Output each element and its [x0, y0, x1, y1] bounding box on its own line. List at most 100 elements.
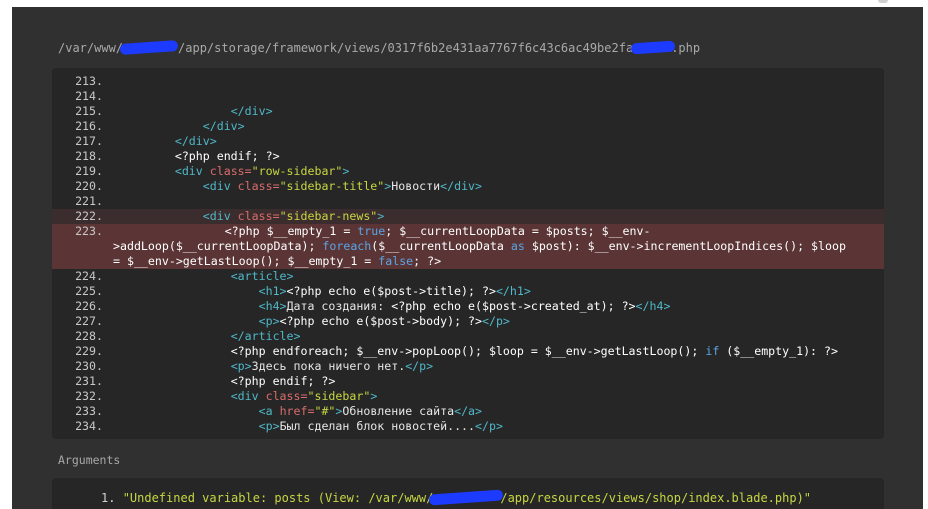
html-tag: </div>	[440, 179, 483, 193]
php-keyword: false	[378, 254, 414, 268]
code-line: 230. <p>Здесь пока ничего нет.</p>	[52, 359, 884, 374]
code-line: 215. </div>	[52, 104, 884, 119]
code-text: <div class="sidebar-title">Новости</div>	[119, 179, 482, 194]
php-keyword: true	[357, 224, 386, 238]
html-tag: >	[377, 209, 385, 223]
html-tag: </div>	[230, 104, 273, 118]
line-number: 233.	[52, 404, 119, 419]
line-number: 234.	[52, 419, 119, 434]
line-number-text: 217.	[75, 134, 103, 148]
html-tag: <p>	[230, 359, 252, 373]
error-page: /var/www/ /app/storage/framework/views/03…	[0, 0, 928, 509]
line-number-text: 225.	[75, 284, 103, 298]
left-gutter	[0, 7, 12, 509]
html-tag: </div>	[174, 134, 217, 148]
html-content: Был сделан блок новостей....	[279, 419, 476, 433]
arguments-box: 1. "Undefined variable: posts (View: /va…	[52, 478, 884, 509]
line-number: 217.	[52, 134, 119, 149]
php-code: <?php echo e($post->title); ?>	[286, 284, 496, 298]
line-number: 221.	[52, 194, 119, 209]
html-string: "sidebar-news"	[279, 209, 378, 223]
line-number: 218.	[52, 149, 119, 164]
html-tag: <div	[230, 389, 266, 403]
line-number-text: 227.	[75, 314, 103, 328]
line-number-text: 232.	[75, 389, 103, 403]
redaction-mark	[119, 39, 179, 56]
line-number-text: 230.	[75, 359, 103, 373]
line-number-text: 215.	[75, 104, 103, 118]
code-line: 232. <div class="sidebar">	[52, 389, 884, 404]
html-tag: </div>	[202, 119, 245, 133]
line-number-text: 223.	[75, 224, 103, 238]
line-number-text: 222.	[75, 209, 103, 223]
file-path-middle: /app/storage/framework/views/0317f6b2e43…	[178, 41, 634, 55]
html-tag: </h1>	[495, 284, 531, 298]
html-tag: </p>	[481, 314, 510, 328]
line-number: 232.	[52, 389, 119, 404]
code-text: </article>	[119, 329, 301, 344]
line-number-text: 219.	[75, 164, 103, 178]
exception-panel: /var/www/ /app/storage/framework/views/03…	[12, 7, 923, 509]
line-number: 224.	[52, 269, 119, 284]
line-number-text: 229.	[75, 344, 103, 358]
code-line: 220. <div class="sidebar-title">Новости<…	[52, 179, 884, 194]
file-path: /var/www/ /app/storage/framework/views/03…	[58, 39, 700, 56]
argument-text-suffix: /app/resources/views/shop/index.blade.ph…	[500, 491, 812, 505]
html-content: Обновление сайта	[342, 404, 455, 418]
html-tag: <p>	[258, 419, 280, 433]
line-number: 220.	[52, 179, 119, 194]
line-number-text: 214.	[75, 89, 103, 103]
line-number: 214.	[52, 89, 119, 104]
code-lines: 213. 214. 215. </div> 216. </div> 217. </div…	[52, 74, 884, 434]
line-number-text: 224.	[75, 269, 103, 283]
html-attribute: class=	[237, 179, 280, 193]
line-number: 228.	[52, 329, 119, 344]
code-line: 216. </div>	[52, 119, 884, 134]
html-content: Здесь пока ничего нет.	[251, 359, 406, 373]
php-keyword: as	[510, 239, 525, 253]
scrollbar-thumb[interactable]	[878, 0, 888, 3]
line-number-text: 221.	[75, 194, 103, 208]
php-code: ; ?>	[413, 254, 442, 268]
argument-number: 1.	[101, 491, 116, 505]
html-tag: <h1>	[258, 284, 287, 298]
line-number-text: 226.	[75, 299, 103, 313]
redaction-mark	[429, 489, 504, 506]
code-text: </div>	[119, 134, 217, 149]
php-code: <?php echo e($post->created_at); ?>	[391, 299, 636, 313]
top-strip	[0, 0, 928, 7]
html-string: "row-sidebar"	[251, 164, 343, 178]
code-snippet[interactable]: 213. 214. 215. </div> 216. </div> 217. </div…	[52, 68, 884, 439]
code-line: 234. <p>Был сделан блок новостей....</p>	[52, 419, 884, 434]
argument-item: 1. "Undefined variable: posts (View: /va…	[101, 489, 812, 506]
php-code: <?php endif; ?>	[230, 374, 336, 388]
arguments-heading: Arguments	[58, 453, 121, 467]
code-text: <?php $__empty_1 = true; $__currentLoopD…	[52, 224, 870, 269]
file-path-prefix: /var/www/	[58, 41, 124, 55]
html-attribute: class=	[209, 164, 252, 178]
php-code: <?php $__empty_1 =	[224, 224, 358, 238]
html-tag: <div	[202, 179, 238, 193]
php-code: <?php endforeach; $__env->popLoop(); $lo…	[230, 344, 706, 358]
line-number: 229.	[52, 344, 119, 359]
line-number-text: 218.	[75, 149, 103, 163]
argument-text-prefix: "Undefined variable: posts (View: /var/w…	[122, 491, 434, 505]
html-tag: >	[342, 164, 350, 178]
html-string: "sidebar"	[307, 389, 371, 403]
code-line: 228. </article>	[52, 329, 884, 344]
code-text: <p>Был сделан блок новостей....</p>	[119, 419, 503, 434]
code-text: <h1><?php echo e($post->title); ?></h1>	[119, 284, 531, 299]
html-tag: <h4>	[258, 299, 287, 313]
html-tag: </h4>	[635, 299, 671, 313]
code-text: <div class="sidebar">	[119, 389, 378, 404]
